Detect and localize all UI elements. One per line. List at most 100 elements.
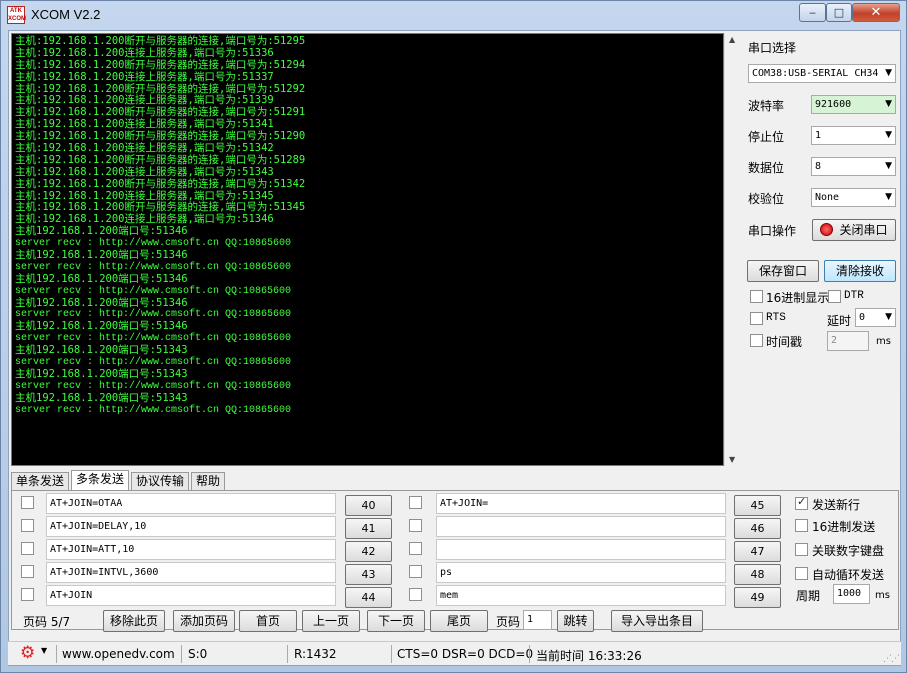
send-newline-checkbox[interactable]	[795, 495, 808, 510]
multi-send-checkbox-right-4[interactable]	[409, 588, 422, 601]
last-page-button[interactable]: 尾页	[430, 610, 488, 632]
add-page-button[interactable]: 添加页码	[173, 610, 235, 632]
period-input[interactable]: 1000	[833, 584, 870, 604]
close-port-label: 关闭串口	[839, 223, 888, 237]
timestamp-input[interactable]: 2	[827, 331, 869, 351]
website-link[interactable]: www.openedv.com	[62, 647, 175, 661]
multi-send-button-left-2[interactable]: 42	[345, 541, 392, 562]
dtr-checkbox[interactable]	[828, 290, 841, 303]
baud-select[interactable]: 921600 ▼	[811, 95, 896, 114]
hex-send-label: 16进制发送	[812, 520, 876, 534]
tab-multi-send[interactable]: 多条发送	[71, 470, 130, 491]
multi-send-checkbox-left-1[interactable]	[21, 519, 34, 532]
tab-single-send[interactable]: 单条发送	[11, 472, 70, 490]
scroll-down-icon[interactable]: ▼	[729, 455, 735, 464]
parity-value: None	[815, 192, 840, 203]
close-port-button[interactable]: 关闭串口	[812, 219, 896, 241]
minimize-button[interactable]: ‒	[799, 3, 826, 22]
status-bar: ⚙ ▼ www.openedv.com S:0 R:1432 CTS=0 DSR…	[8, 641, 901, 665]
current-time: 当前时间 16:33:26	[536, 649, 642, 663]
tab-help[interactable]: 帮助	[191, 472, 226, 490]
terminal-line: server recv : http://www.cmsoft.cn QQ:10…	[15, 380, 292, 392]
multi-send-checkbox-right-0[interactable]	[409, 496, 422, 509]
clear-receive-button[interactable]: 清除接收	[824, 260, 896, 282]
close-button[interactable]: ✕	[852, 3, 900, 22]
hex-send-checkbox[interactable]	[795, 519, 808, 532]
gear-icon[interactable]: ⚙	[20, 644, 35, 662]
rts-label: RTS	[766, 312, 786, 324]
chevron-down-icon: ▼	[885, 192, 892, 202]
import-export-button[interactable]: 导入导出条目	[611, 610, 703, 632]
multi-send-input-left-0[interactable]: AT+JOIN=OTAA	[46, 493, 336, 514]
scroll-up-icon[interactable]: ▲	[729, 35, 735, 44]
maximize-button[interactable]: □	[826, 3, 852, 22]
first-page-button[interactable]: 首页	[239, 610, 297, 632]
delay-select[interactable]: 0 ▼	[855, 308, 896, 327]
goto-page-input[interactable]: 1	[523, 610, 552, 630]
multi-send-button-left-4[interactable]: 44	[345, 587, 392, 608]
recv-count: R:1432	[294, 647, 337, 661]
serial-settings-panel: 串口选择 COM38:USB-SERIAL CH34 ▼ 波特率 921600 ▼ …	[746, 31, 902, 471]
terminal-line: 主机192.168.1.200端口号:51346	[15, 225, 188, 238]
multi-send-input-right-2[interactable]	[436, 539, 726, 560]
period-label: 周期	[796, 589, 821, 603]
stop-bits-select[interactable]: 1 ▼	[811, 126, 896, 145]
multi-send-input-left-2[interactable]: AT+JOIN=ATT,10	[46, 539, 336, 560]
multi-send-checkbox-left-0[interactable]	[21, 496, 34, 509]
multi-send-checkbox-left-3[interactable]	[21, 565, 34, 578]
multi-send-input-left-1[interactable]: AT+JOIN=DELAY,10	[46, 516, 336, 537]
auto-loop-checkbox[interactable]	[795, 567, 808, 580]
receive-terminal[interactable]: 主机:192.168.1.200断开与服务器的连接,端口号为:51295 主机:1…	[11, 33, 724, 466]
multi-send-input-right-0[interactable]: AT+JOIN=	[436, 493, 726, 514]
prev-page-button[interactable]: 上一页	[302, 610, 360, 632]
multi-send-button-right-0[interactable]: 45	[734, 495, 781, 516]
terminal-scrollbar[interactable]: ▲ ▼	[724, 33, 741, 466]
save-window-button[interactable]: 保存窗口	[747, 260, 819, 282]
terminal-line: 主机:192.168.1.200连接上服务器,端口号为:51343	[15, 165, 274, 178]
multi-send-button-left-1[interactable]: 41	[345, 518, 392, 539]
next-page-button[interactable]: 下一页	[367, 610, 425, 632]
multi-send-input-right-1[interactable]	[436, 516, 726, 537]
chevron-down-icon[interactable]: ▼	[41, 646, 47, 655]
hex-display-checkbox[interactable]	[750, 290, 763, 303]
chevron-down-icon: ▼	[885, 130, 892, 140]
multi-send-input-right-4[interactable]: mem	[436, 585, 726, 606]
timestamp-checkbox[interactable]	[750, 334, 763, 347]
sent-count: S:0	[188, 647, 208, 661]
multi-send-button-right-2[interactable]: 47	[734, 541, 781, 562]
baud-label: 波特率	[748, 99, 785, 113]
multi-send-button-right-4[interactable]: 49	[734, 587, 781, 608]
terminal-line: 主机192.168.1.200端口号:51346	[15, 320, 188, 333]
rts-checkbox[interactable]	[750, 312, 763, 325]
multi-send-checkbox-right-2[interactable]	[409, 542, 422, 555]
multi-send-checkbox-left-4[interactable]	[21, 588, 34, 601]
jump-button[interactable]: 跳转	[557, 610, 594, 632]
multi-send-checkbox-right-1[interactable]	[409, 519, 422, 532]
data-bits-select[interactable]: 8 ▼	[811, 157, 896, 176]
terminal-line: 主机192.168.1.200端口号:51346	[15, 272, 188, 285]
terminal-line: 主机192.168.1.200端口号:51343	[15, 391, 188, 404]
parity-select[interactable]: None ▼	[811, 188, 896, 207]
modem-lines: CTS=0 DSR=0 DCD=0	[397, 647, 534, 661]
multi-send-button-right-1[interactable]: 46	[734, 518, 781, 539]
remove-page-button[interactable]: 移除此页	[103, 610, 165, 632]
resize-grip-icon[interactable]: ⋰⋰	[883, 654, 900, 664]
terminal-line: 主机:192.168.1.200连接上服务器,端口号为:51337	[15, 70, 274, 83]
period-ms-label: ms	[875, 590, 890, 601]
multi-send-button-left-3[interactable]: 43	[345, 564, 392, 585]
delay-value: 0	[859, 312, 866, 323]
multi-send-button-right-3[interactable]: 48	[734, 564, 781, 585]
numpad-checkbox[interactable]	[795, 543, 808, 556]
multi-send-checkbox-right-3[interactable]	[409, 565, 422, 578]
terminal-line: 主机192.168.1.200端口号:51346	[15, 296, 188, 309]
title-bar[interactable]: ATK XCOM XCOM V2.2 ‒ □ ✕	[1, 1, 906, 29]
multi-send-input-left-3[interactable]: AT+JOIN=INTVL,3600	[46, 562, 336, 583]
multi-send-input-left-4[interactable]: AT+JOIN	[46, 585, 336, 606]
multi-send-input-right-3[interactable]: ps	[436, 562, 726, 583]
tab-protocol[interactable]: 协议传输	[131, 472, 190, 490]
terminal-line: 主机:192.168.1.200断开与服务器的连接,端口号为:51294	[15, 58, 306, 71]
multi-send-button-left-0[interactable]: 40	[345, 495, 392, 516]
port-select[interactable]: COM38:USB-SERIAL CH34 ▼	[748, 64, 896, 83]
multi-send-checkbox-left-2[interactable]	[21, 542, 34, 555]
terminal-line: 主机:192.168.1.200断开与服务器的连接,端口号为:51289	[15, 153, 306, 166]
